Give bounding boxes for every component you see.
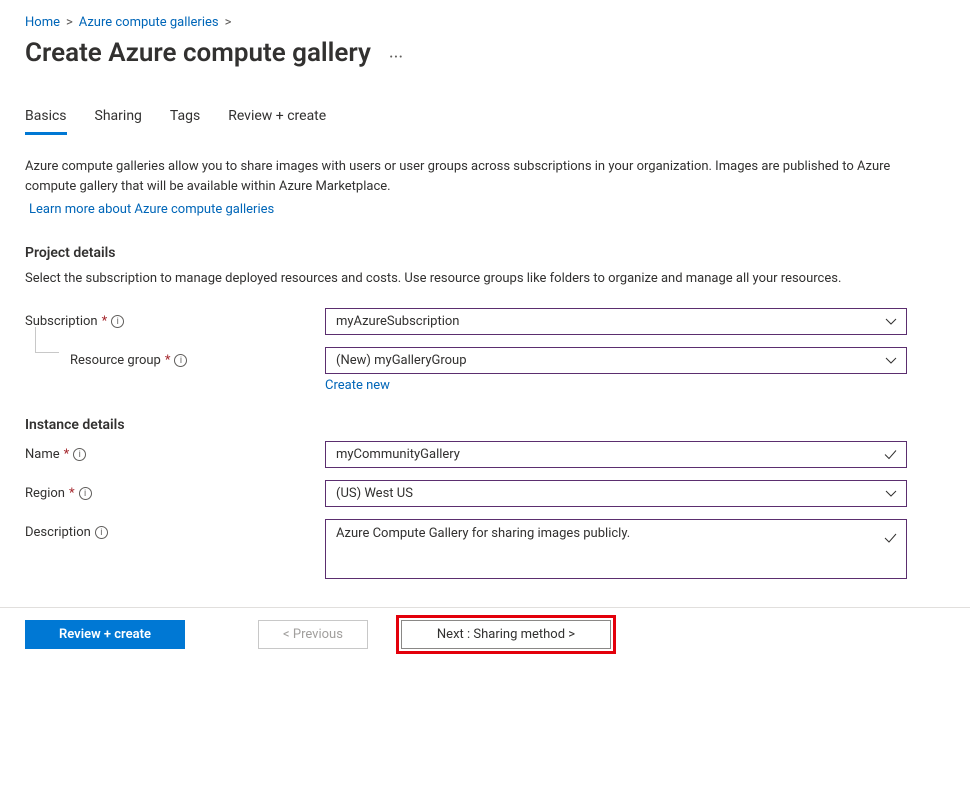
- description-textarea[interactable]: [325, 519, 907, 579]
- description-label: Description: [25, 525, 91, 540]
- chevron-right-icon: >: [66, 15, 73, 30]
- subscription-select[interactable]: myAzureSubscription: [325, 308, 907, 335]
- learn-more-link[interactable]: Learn more about Azure compute galleries: [29, 202, 274, 217]
- review-create-button[interactable]: Review + create: [25, 620, 185, 649]
- resource-group-select[interactable]: (New) myGalleryGroup: [325, 347, 907, 374]
- create-new-link[interactable]: Create new: [325, 378, 390, 393]
- region-label: Region: [25, 486, 65, 501]
- required-asterisk: *: [102, 314, 108, 329]
- tab-sharing[interactable]: Sharing: [95, 108, 142, 135]
- breadcrumb-home[interactable]: Home: [25, 15, 60, 30]
- page-title: Create Azure compute gallery: [25, 38, 371, 68]
- info-icon[interactable]: i: [174, 354, 187, 367]
- tab-basics[interactable]: Basics: [25, 108, 67, 135]
- name-input[interactable]: [325, 441, 907, 468]
- previous-button: < Previous: [258, 620, 368, 649]
- tab-review[interactable]: Review + create: [228, 108, 326, 135]
- region-select[interactable]: (US) West US: [325, 480, 907, 507]
- instance-details-title: Instance details: [25, 417, 945, 433]
- tree-line: [35, 327, 59, 353]
- required-asterisk: *: [165, 353, 171, 368]
- info-icon[interactable]: i: [111, 315, 124, 328]
- project-details-desc: Select the subscription to manage deploy…: [25, 269, 925, 289]
- tabs: Basics Sharing Tags Review + create: [25, 108, 945, 135]
- more-icon[interactable]: ···: [389, 47, 403, 68]
- resource-group-label: Resource group: [70, 353, 161, 368]
- breadcrumb-galleries[interactable]: Azure compute galleries: [79, 15, 219, 30]
- required-asterisk: *: [69, 486, 75, 501]
- required-asterisk: *: [64, 447, 70, 462]
- chevron-right-icon: >: [225, 15, 232, 30]
- breadcrumb: Home > Azure compute galleries >: [25, 15, 945, 30]
- intro-description: Azure compute galleries allow you to sha…: [25, 159, 890, 194]
- info-icon[interactable]: i: [95, 526, 108, 539]
- project-details-title: Project details: [25, 245, 945, 261]
- name-label: Name: [25, 447, 60, 462]
- tab-tags[interactable]: Tags: [170, 108, 200, 135]
- footer-bar: Review + create < Previous Next : Sharin…: [0, 607, 970, 674]
- info-icon[interactable]: i: [73, 448, 86, 461]
- info-icon[interactable]: i: [79, 487, 92, 500]
- next-button[interactable]: Next : Sharing method >: [401, 620, 611, 649]
- intro-text: Azure compute galleries allow you to sha…: [25, 157, 935, 220]
